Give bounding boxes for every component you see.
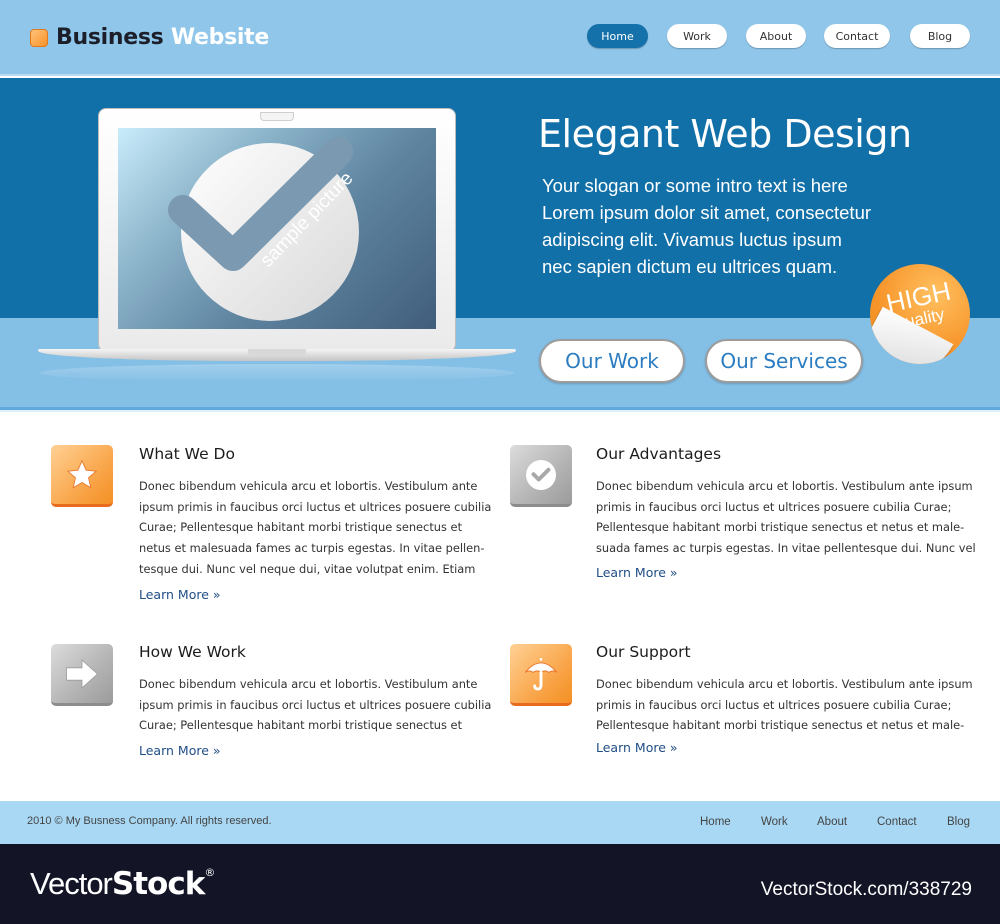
learn-more-how-we-work[interactable]: Learn More » — [139, 743, 221, 758]
site-footer: 2010 © My Busness Company. All rights re… — [0, 801, 1000, 844]
hero-slogan: Your slogan or some intro text is here L… — [542, 172, 942, 280]
footer-link-contact[interactable]: Contact — [877, 816, 917, 828]
high-quality-badge: HIGH Quality — [870, 264, 970, 364]
hero-text-line: adipiscing elit. Vivamus luctus ipsum — [542, 229, 842, 250]
laptop-notch — [248, 349, 306, 355]
hero-title: Elegant Web Design — [538, 112, 912, 156]
feature-line: Donec bibendum vehicula arcu et lobortis… — [596, 677, 973, 691]
hero-divider — [0, 410, 1000, 412]
hero-text-line: nec sapien dictum eu ultrices quam. — [542, 256, 838, 277]
nav-about[interactable]: About — [746, 24, 806, 48]
laptop-screen: sample picture — [118, 128, 436, 329]
our-work-button[interactable]: Our Work — [539, 339, 685, 383]
watermark-bar: VectorStock® VectorStock.com/338729 — [0, 844, 1000, 924]
laptop-camera-icon — [260, 112, 294, 121]
feature-line: Donec bibendum vehicula arcu et lobortis… — [139, 677, 478, 691]
nav-work[interactable]: Work — [667, 24, 727, 48]
feature-line: primis in faucibus orci luctus et ultric… — [596, 499, 952, 514]
feature-line: Donec bibendum vehicula arcu et lobortis… — [596, 479, 973, 493]
arrow-right-icon — [51, 644, 113, 706]
star-icon — [51, 445, 113, 507]
feature-line: netus et malesuada fames ac turpis egest… — [139, 541, 485, 556]
feature-title-our-support: Our Support — [596, 643, 691, 661]
feature-line: Pellentesque habitant morbi tristique se… — [596, 718, 965, 733]
feature-body-what-we-do: Donec bibendum vehicula arcu et lobortis… — [139, 476, 491, 580]
copyright-text: 2010 © My Busness Company. All rights re… — [27, 815, 272, 827]
footer-link-home[interactable]: Home — [700, 816, 731, 828]
feature-line: suada fames ac turpis egestas. In vitae … — [596, 541, 976, 556]
learn-more-our-advantages[interactable]: Learn More » — [596, 565, 678, 580]
logo-vector: Vector — [30, 866, 113, 901]
learn-more-what-we-do[interactable]: Learn More » — [139, 587, 221, 602]
hero-text-line: Lorem ipsum dolor sit amet, consectetur — [542, 202, 872, 223]
laptop-reflection — [40, 364, 514, 382]
feature-line: Pellentesque habitant morbi tristique se… — [596, 520, 965, 535]
main-nav: Home Work About Contact Blog — [0, 24, 1000, 48]
check-icon — [510, 445, 572, 507]
watermark-url: VectorStock.com/338729 — [760, 879, 972, 900]
registered-mark: ® — [204, 866, 215, 879]
feature-line: Curae; Pellentesque habitant morbi trist… — [139, 520, 463, 535]
feature-title-our-advantages: Our Advantages — [596, 445, 722, 463]
feature-title-what-we-do: What We Do — [139, 445, 235, 463]
learn-more-our-support[interactable]: Learn More » — [596, 740, 678, 755]
nav-contact[interactable]: Contact — [824, 24, 890, 48]
footer-link-blog[interactable]: Blog — [947, 816, 970, 828]
nav-home[interactable]: Home — [587, 24, 648, 48]
logo-stock: Stock — [111, 866, 205, 902]
feature-line: tesque dui. Nunc vel neque dui, vitae vo… — [139, 561, 476, 576]
nav-blog[interactable]: Blog — [910, 24, 970, 48]
footer-link-about[interactable]: About — [817, 816, 847, 828]
feature-line: Curae; Pellentesque habitant morbi trist… — [139, 718, 463, 733]
hero-text-line: Your slogan or some intro text is here — [542, 175, 848, 196]
umbrella-icon — [510, 644, 572, 706]
feature-body-how-we-work: Donec bibendum vehicula arcu et lobortis… — [139, 674, 491, 736]
vectorstock-logo: VectorStock® — [30, 866, 215, 902]
sample-picture-icon: sample picture — [168, 137, 359, 321]
our-services-button[interactable]: Our Services — [705, 339, 863, 383]
footer-link-work[interactable]: Work — [761, 816, 788, 828]
feature-body-our-advantages: Donec bibendum vehicula arcu et lobortis… — [596, 476, 976, 559]
site-header: Business Website Home Work About Contact… — [0, 0, 1000, 76]
feature-line: ipsum primis in faucibus orci luctus et … — [139, 499, 492, 514]
feature-body-our-support: Donec bibendum vehicula arcu et lobortis… — [596, 674, 973, 736]
feature-line: Donec bibendum vehicula arcu et lobortis… — [139, 479, 478, 493]
feature-line: ipsum primis in faucibus orci luctus et … — [139, 697, 492, 712]
feature-line: primis in faucibus orci luctus et ultric… — [596, 697, 952, 712]
feature-title-how-we-work: How We Work — [139, 643, 246, 661]
